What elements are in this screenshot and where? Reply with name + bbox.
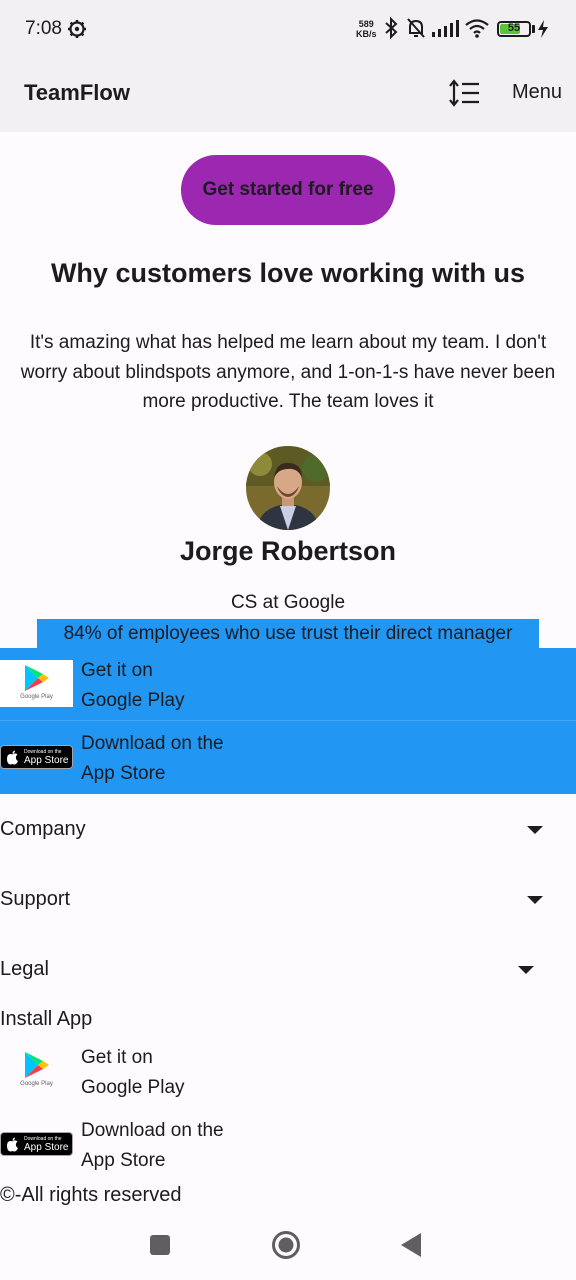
google-play-badge-caption: Google Play: [20, 694, 53, 700]
accordion-support[interactable]: Support: [0, 865, 576, 935]
google-play-text: Get it on Google Play: [81, 656, 185, 716]
status-time: 7:08: [25, 18, 62, 39]
battery-percent: 55: [507, 22, 521, 34]
chevron-down-icon: [527, 896, 543, 904]
get-started-button[interactable]: Get started for free: [181, 155, 395, 225]
app-bar: TeamFlow Menu: [0, 58, 576, 132]
google-play-line1: Get it on: [81, 1047, 153, 1068]
status-bar: 7:08 589 KB/s 55: [0, 0, 576, 58]
app-store-line2: App Store: [81, 763, 166, 784]
accordion-company-label: Company: [0, 818, 86, 840]
app-store-line1: Download on the: [81, 1120, 224, 1141]
accordion-legal[interactable]: Legal: [0, 935, 576, 1005]
avatar-photo: [246, 446, 330, 530]
network-speed-unit: KB/s: [356, 29, 377, 39]
chevron-down-icon: [527, 826, 543, 834]
signal-icon: [432, 20, 459, 37]
app-store-badge-big: App Store: [24, 755, 69, 766]
footer-app-store-link[interactable]: Download on the App Store Download on th…: [0, 1108, 576, 1181]
person-name: Jorge Robertson: [179, 536, 397, 566]
google-play-line2: Google Play: [81, 1077, 185, 1098]
bluetooth-icon: [385, 17, 398, 39]
home-icon[interactable]: [271, 1230, 301, 1260]
battery-nub: [532, 25, 535, 33]
google-play-badge-caption: Google Play: [20, 1081, 53, 1087]
back-icon[interactable]: [400, 1232, 422, 1258]
install-app-label: Install App: [0, 1008, 93, 1030]
google-play-icon: [25, 665, 49, 691]
wifi-icon: [465, 19, 489, 38]
google-play-badge: Google Play: [0, 1047, 73, 1094]
app-store-line1: Download on the: [81, 733, 224, 754]
accordion-legal-label: Legal: [0, 958, 49, 980]
chevron-down-icon: [518, 966, 534, 974]
copyright: ©-All rights reserved: [0, 1184, 182, 1206]
google-play-line2: Google Play: [81, 690, 185, 711]
system-nav-bar: [0, 1210, 576, 1280]
accordion-company[interactable]: Company: [0, 795, 576, 865]
app-store-badge: Download on the App Store: [0, 745, 73, 769]
network-speed-value: 589: [358, 19, 374, 29]
person-role: CS at Google: [230, 592, 346, 613]
app-store-text: Download on the App Store: [81, 1116, 224, 1176]
testimonial-quote: It's amazing what has helped me learn ab…: [20, 332, 556, 412]
footer-google-play-link[interactable]: Google Play Get it on Google Play: [0, 1035, 576, 1108]
app-store-badge-big: App Store: [24, 1142, 69, 1153]
app-store-line2: App Store: [81, 1150, 166, 1171]
recent-apps-icon[interactable]: [150, 1235, 170, 1255]
get-started-label: Get started for free: [202, 179, 374, 200]
app-store-link[interactable]: Download on the App Store Download on th…: [0, 721, 576, 794]
sort-icon[interactable]: [447, 78, 481, 108]
google-play-line1: Get it on: [81, 660, 153, 681]
apple-icon: [7, 750, 18, 765]
gear-icon: [68, 20, 86, 38]
bell-off-icon: [407, 18, 425, 38]
google-play-link[interactable]: Google Play Get it on Google Play: [0, 648, 576, 721]
apple-icon: [7, 1137, 18, 1152]
battery-icon: 55: [497, 21, 531, 37]
avatar: [246, 446, 330, 530]
charging-icon: [538, 20, 548, 38]
section-title: Why customers love working with us: [50, 258, 526, 288]
network-speed: 589 KB/s: [356, 19, 377, 39]
accordion-support-label: Support: [0, 888, 71, 910]
stat-highlight: 84% of employees who use trust their dir…: [37, 619, 539, 648]
menu-button[interactable]: Menu: [512, 81, 562, 104]
google-play-icon: [25, 1052, 49, 1078]
app-store-text: Download on the App Store: [81, 729, 224, 789]
google-play-text: Get it on Google Play: [81, 1043, 185, 1103]
app-store-badge: Download on the App Store: [0, 1132, 73, 1156]
app-title[interactable]: TeamFlow: [24, 80, 130, 106]
google-play-badge: Google Play: [0, 660, 73, 707]
